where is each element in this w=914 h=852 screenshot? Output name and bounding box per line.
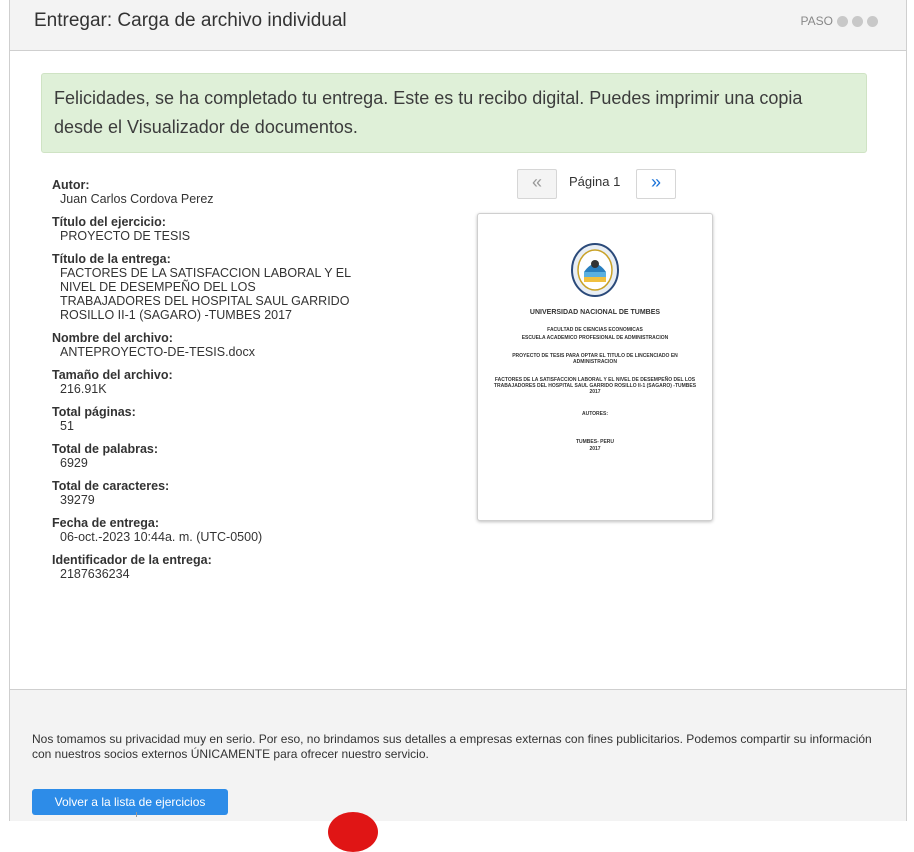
detail-file-size: Tamaño del archivo: 216.91K xyxy=(52,368,432,396)
detail-label: Tamaño del archivo: xyxy=(52,368,173,382)
detail-value: Juan Carlos Cordova Perez xyxy=(60,192,214,206)
detail-label: Autor: xyxy=(52,178,90,192)
detail-total-pages: Total páginas: 51 xyxy=(52,405,432,433)
preview-purpose: PROYECTO DE TESIS PARA OPTAR EL TITULO D… xyxy=(512,353,678,365)
detail-label: Total de caracteres: xyxy=(52,479,170,493)
detail-label: Total de palabras: xyxy=(52,442,159,456)
detail-label: Fecha de entrega: xyxy=(52,516,159,530)
document-pager: « Página 1 » xyxy=(517,169,677,199)
preview-faculty: FACULTAD DE CIENCIAS ECONOMICAS xyxy=(547,327,643,333)
submission-receipt-panel: Entregar: Carga de archivo individual PA… xyxy=(9,0,907,852)
back-to-assignments-button[interactable]: Volver a la lista de ejercicios xyxy=(32,789,228,815)
step-dot-3 xyxy=(867,15,878,27)
document-preview[interactable]: UNIVERSIDAD NACIONAL DE TUMBES FACULTAD … xyxy=(477,213,713,521)
detail-value: PROYECTO DE TESIS xyxy=(60,229,191,243)
detail-value: 216.91K xyxy=(60,382,107,396)
success-alert: Felicidades, se ha completado tu entrega… xyxy=(41,73,867,153)
detail-author: Autor: Juan Carlos Cordova Perez xyxy=(52,178,432,206)
preview-place: TUMBES- PERU xyxy=(575,439,615,445)
detail-label: Nombre del archivo: xyxy=(52,331,173,345)
preview-year: 2017 xyxy=(589,446,601,452)
preview-school: ESCUELA ACADEMICO PROFESIONAL DE ADMINIS… xyxy=(521,335,669,341)
detail-value: 51 xyxy=(60,419,74,433)
step-dot-1 xyxy=(837,15,848,27)
detail-value: 2187636234 xyxy=(60,567,130,581)
detail-value: 39279 xyxy=(60,493,95,507)
detail-submission-title: Título de la entrega: FACTORES DE LA SAT… xyxy=(52,252,432,322)
detail-word-count: Total de palabras: 6929 xyxy=(52,442,432,470)
detail-value: FACTORES DE LA SATISFACCION LABORAL Y EL… xyxy=(60,266,352,322)
step-indicator: PASO xyxy=(801,14,878,28)
panel-header: Entregar: Carga de archivo individual PA… xyxy=(10,0,906,51)
preview-university: UNIVERSIDAD NACIONAL DE TUMBES xyxy=(529,309,661,316)
detail-submission-date: Fecha de entrega: 06-oct.-2023 10:44a. m… xyxy=(52,516,432,544)
scroll-marker xyxy=(136,812,137,817)
detail-value: 06-oct.-2023 10:44a. m. (UTC-0500) xyxy=(60,530,263,544)
university-seal-icon xyxy=(571,243,619,297)
detail-value: 6929 xyxy=(60,456,88,470)
detail-value: ANTEPROYECTO-DE-TESIS.docx xyxy=(60,345,255,359)
detail-assignment-title: Título del ejercicio: PROYECTO DE TESIS xyxy=(52,215,432,243)
record-indicator-icon xyxy=(328,812,378,852)
detail-file-name: Nombre del archivo: ANTEPROYECTO-DE-TESI… xyxy=(52,331,432,359)
detail-label: Total páginas: xyxy=(52,405,136,419)
page-title: Entregar: Carga de archivo individual xyxy=(34,10,347,31)
detail-label: Título de la entrega: xyxy=(52,252,171,266)
page-indicator: Página 1 xyxy=(569,174,621,189)
detail-submission-id: Identificador de la entrega: 2187636234 xyxy=(52,553,432,581)
privacy-notice: Nos tomamos su privacidad muy en serio. … xyxy=(32,732,872,761)
next-page-button[interactable]: » xyxy=(636,169,676,199)
step-label: PASO xyxy=(800,14,833,28)
detail-label: Identificador de la entrega: xyxy=(52,553,212,567)
detail-character-count: Total de caracteres: 39279 xyxy=(52,479,432,507)
preview-title: FACTORES DE LA SATISFACCION LABORAL Y EL… xyxy=(493,377,697,395)
detail-label: Título del ejercicio: xyxy=(52,215,166,229)
success-message: Felicidades, se ha completado tu entrega… xyxy=(54,88,803,137)
previous-page-button[interactable]: « xyxy=(517,169,557,199)
step-dot-2 xyxy=(852,15,863,27)
submission-details: Autor: Juan Carlos Cordova Perez Título … xyxy=(52,178,432,590)
preview-authors: AUTORES: xyxy=(581,411,609,417)
